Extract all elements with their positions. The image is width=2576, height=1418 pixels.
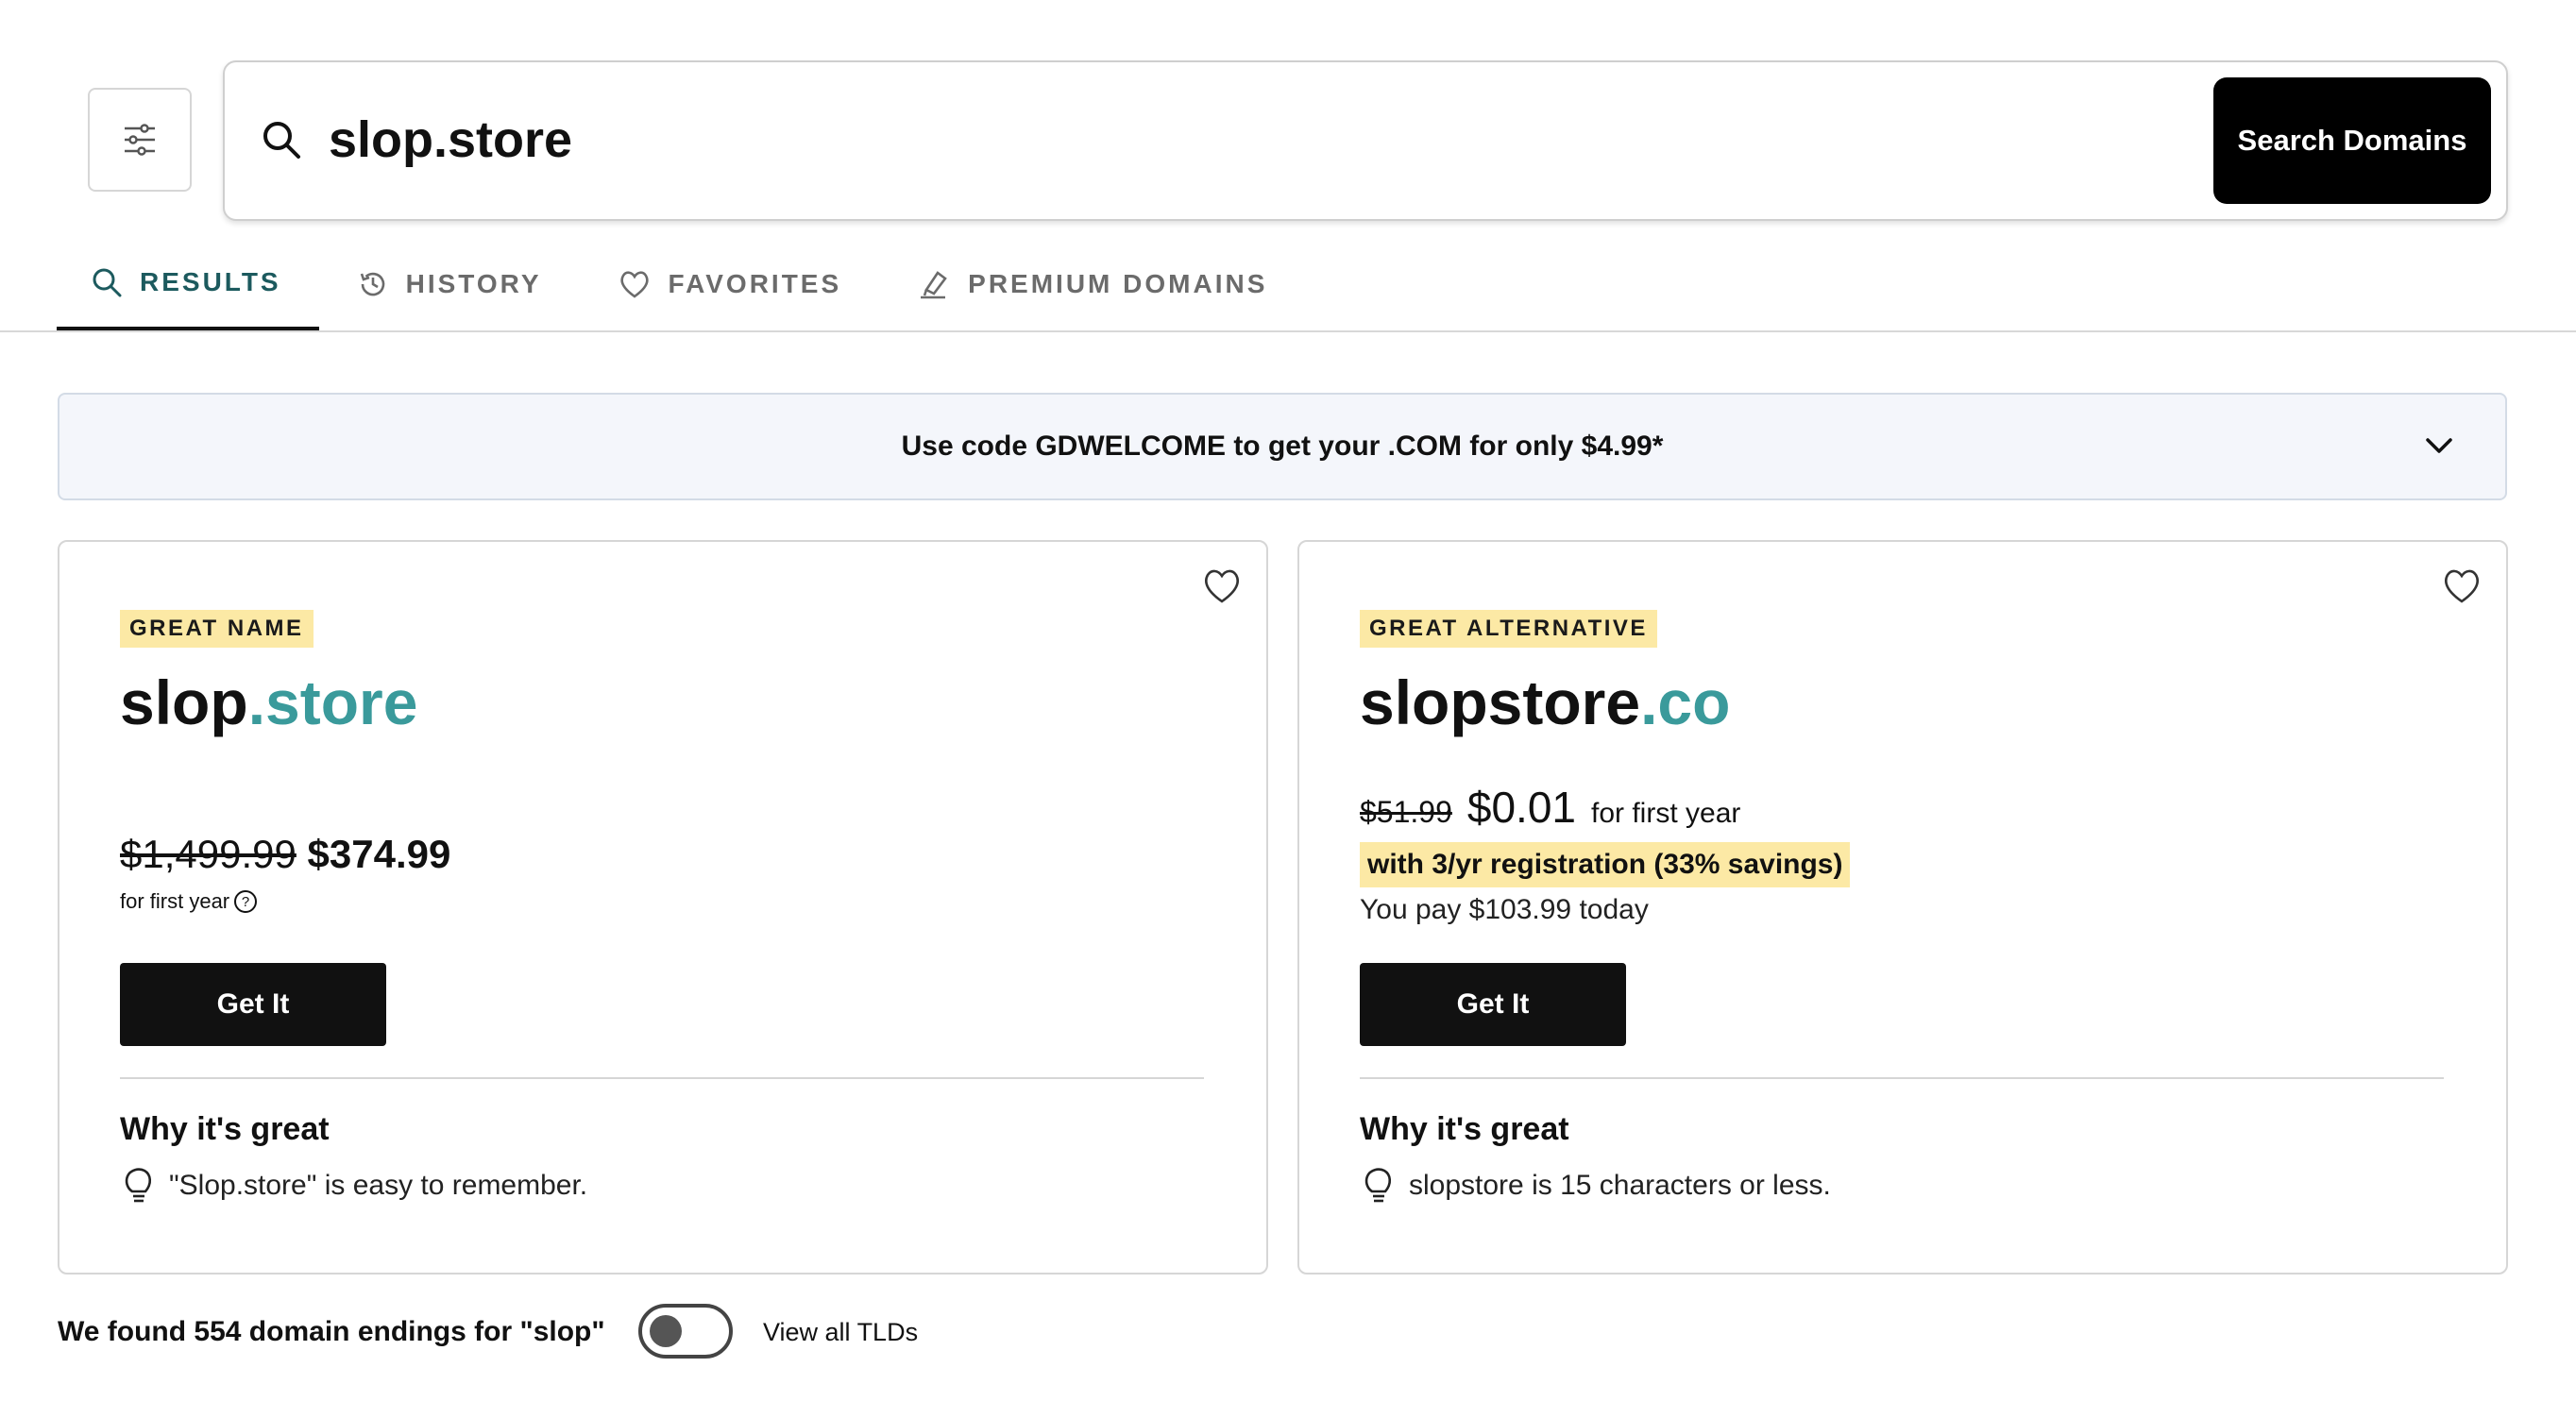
sliders-icon — [125, 124, 155, 156]
search-icon — [263, 122, 300, 159]
current-price: $374.99 — [307, 832, 451, 876]
domain-sld: slopstore — [1360, 667, 1641, 737]
great-name-badge: GREAT NAME — [120, 610, 314, 648]
tab-label: FAVORITES — [668, 269, 842, 298]
domain-count-text: We found 554 domain endings for "slop" — [58, 1316, 605, 1347]
domain-card: GREAT NAME slop.store $1,499.99 $374.99 … — [58, 540, 1268, 1275]
view-all-tlds-label[interactable]: View all TLDs — [763, 1315, 918, 1349]
heart-icon — [619, 271, 649, 298]
price-note: for first year ? — [120, 889, 258, 914]
search-domains-button[interactable]: Search Domains — [2213, 77, 2491, 204]
price-note-text: for first year — [120, 889, 230, 913]
pay-today-text: You pay $103.99 today — [1360, 894, 1649, 925]
reason-text: slopstore is 15 characters or less. — [1409, 1170, 1831, 1201]
search-input[interactable]: slop.store — [329, 102, 572, 177]
lightbulb-icon — [125, 1168, 152, 1203]
history-icon — [360, 272, 384, 296]
card-divider — [1360, 1077, 2444, 1079]
great-alternative-badge: GREAT ALTERNATIVE — [1360, 610, 1657, 648]
svg-text:?: ? — [242, 894, 249, 910]
domain-name: slopstore.co — [1360, 665, 1730, 740]
price-row: $1,499.99 $374.99 — [120, 831, 450, 878]
tab-label: HISTORY — [405, 269, 542, 298]
get-it-button[interactable]: Get It — [120, 963, 386, 1046]
tabs-divider — [0, 330, 2576, 332]
tab-results[interactable]: RESULTS — [57, 238, 319, 330]
domain-sld: slop — [120, 667, 248, 737]
domain-tld: .co — [1640, 667, 1731, 737]
favorite-heart-icon[interactable] — [1200, 565, 1244, 608]
filter-button[interactable] — [88, 88, 192, 192]
search-icon — [93, 268, 122, 297]
current-price: $0.01 — [1466, 783, 1576, 832]
why-title: Why it's great — [120, 1111, 330, 1147]
old-price: $51.99 — [1360, 795, 1452, 829]
promo-text: Use code GDWELCOME to get your .COM for … — [901, 430, 1664, 462]
price-row: $51.99 $0.01 for first year — [1360, 782, 1740, 833]
reason-text: "Slop.store" is easy to remember. — [169, 1170, 588, 1201]
view-all-tlds-toggle[interactable] — [638, 1304, 733, 1359]
why-title: Why it's great — [1360, 1111, 1569, 1147]
favorite-heart-icon[interactable] — [2440, 565, 2483, 608]
tab-label: PREMIUM DOMAINS — [968, 269, 1268, 298]
pen-icon — [921, 271, 947, 299]
tab-premium-domains[interactable]: PREMIUM DOMAINS — [879, 238, 1305, 330]
help-circle-icon[interactable]: ? — [233, 889, 258, 914]
domain-name: slop.store — [120, 665, 417, 740]
savings-highlight: with 3/yr registration (33% savings) — [1360, 842, 1851, 887]
tab-favorites[interactable]: FAVORITES — [580, 238, 880, 330]
domain-tld: .store — [247, 667, 418, 737]
tab-label: RESULTS — [140, 267, 281, 296]
card-divider — [120, 1077, 1204, 1079]
toggle-knob — [650, 1315, 682, 1347]
get-it-button[interactable]: Get It — [1360, 963, 1626, 1046]
search-bar: slop.store Search Domains — [223, 60, 2508, 221]
price-note-text: for first year — [1591, 798, 1741, 829]
results-tabs: RESULTS HISTORY FAVORITES PREMIUM DOMAIN… — [57, 238, 1305, 330]
tab-history[interactable]: HISTORY — [319, 238, 580, 330]
old-price: $1,499.99 — [120, 832, 297, 876]
promo-banner[interactable]: Use code GDWELCOME to get your .COM for … — [58, 393, 2507, 500]
chevron-down-icon[interactable] — [2422, 429, 2456, 463]
reason-row: slopstore is 15 characters or less. — [1360, 1165, 1831, 1207]
reason-row: "Slop.store" is easy to remember. — [120, 1165, 587, 1207]
domain-card: GREAT ALTERNATIVE slopstore.co $51.99 $0… — [1297, 540, 2508, 1275]
lightbulb-icon — [1364, 1168, 1392, 1203]
